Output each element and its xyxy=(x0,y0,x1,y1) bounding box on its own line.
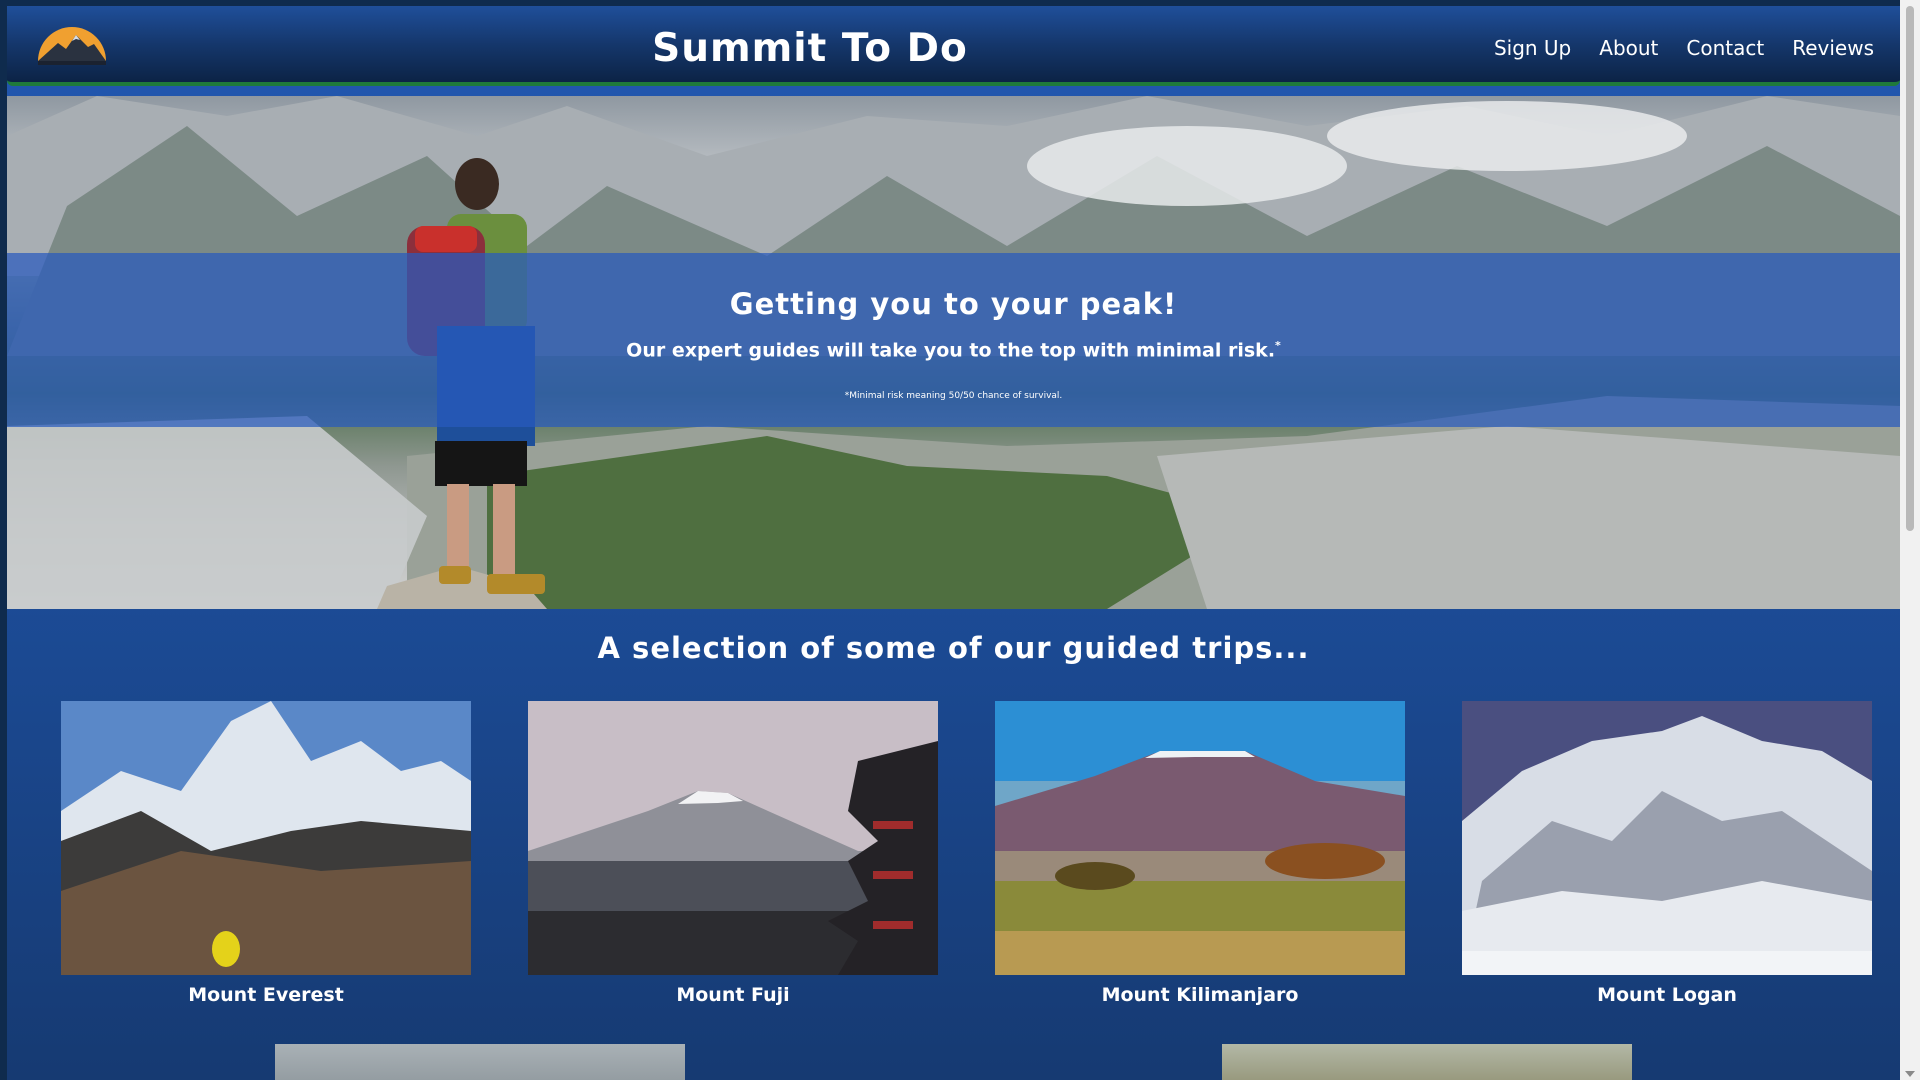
trip-name: Mount Kilimanjaro xyxy=(1101,984,1299,1006)
trip-name: Mount Fuji xyxy=(676,984,790,1006)
trip-card-everest[interactable]: Mount Everest xyxy=(61,701,471,1006)
mountain-sunrise-icon[interactable] xyxy=(36,17,108,71)
trip-name: Mount Everest xyxy=(188,984,344,1006)
trip-card-kilimanjaro[interactable]: Mount Kilimanjaro xyxy=(995,701,1405,1006)
logan-photo[interactable] xyxy=(1462,701,1872,975)
trip-card-fuji[interactable]: Mount Fuji xyxy=(528,701,938,1006)
hero-footnote: *Minimal risk meaning 50/50 chance of su… xyxy=(844,391,1063,401)
nav-reviews[interactable]: Reviews xyxy=(1792,36,1874,60)
trip-photo-partial[interactable] xyxy=(1222,1044,1632,1080)
scrollbar[interactable] xyxy=(1900,0,1920,1080)
hero-image: Getting you to your peak! Our expert gui… xyxy=(7,96,1900,609)
everest-photo[interactable] xyxy=(61,701,471,975)
scrollbar-thumb[interactable] xyxy=(1906,6,1914,531)
hero-heading: Getting you to your peak! xyxy=(729,287,1178,321)
fuji-photo[interactable] xyxy=(528,701,938,975)
footnote-mark: * xyxy=(1275,339,1281,352)
hero-banner: Getting you to your peak! Our expert gui… xyxy=(7,253,1900,427)
page: Summit To Do Sign Up About Contact Revie… xyxy=(7,6,1900,1080)
kilimanjaro-photo[interactable] xyxy=(995,701,1405,975)
main-nav: Sign Up About Contact Reviews xyxy=(1494,36,1874,60)
scroll-down-icon[interactable] xyxy=(1905,1071,1915,1077)
nav-about[interactable]: About xyxy=(1599,36,1658,60)
trip-photo-partial[interactable] xyxy=(275,1044,685,1080)
trip-name: Mount Logan xyxy=(1597,984,1737,1006)
site-header: Summit To Do Sign Up About Contact Revie… xyxy=(7,6,1900,86)
nav-sign-up[interactable]: Sign Up xyxy=(1494,36,1571,60)
hero-subheading: Our expert guides will take you to the t… xyxy=(626,339,1281,362)
site-title: Summit To Do xyxy=(652,26,968,71)
trip-card-logan[interactable]: Mount Logan xyxy=(1462,701,1872,1006)
trips-heading: A selection of some of our guided trips.… xyxy=(597,631,1310,665)
nav-contact[interactable]: Contact xyxy=(1686,36,1764,60)
